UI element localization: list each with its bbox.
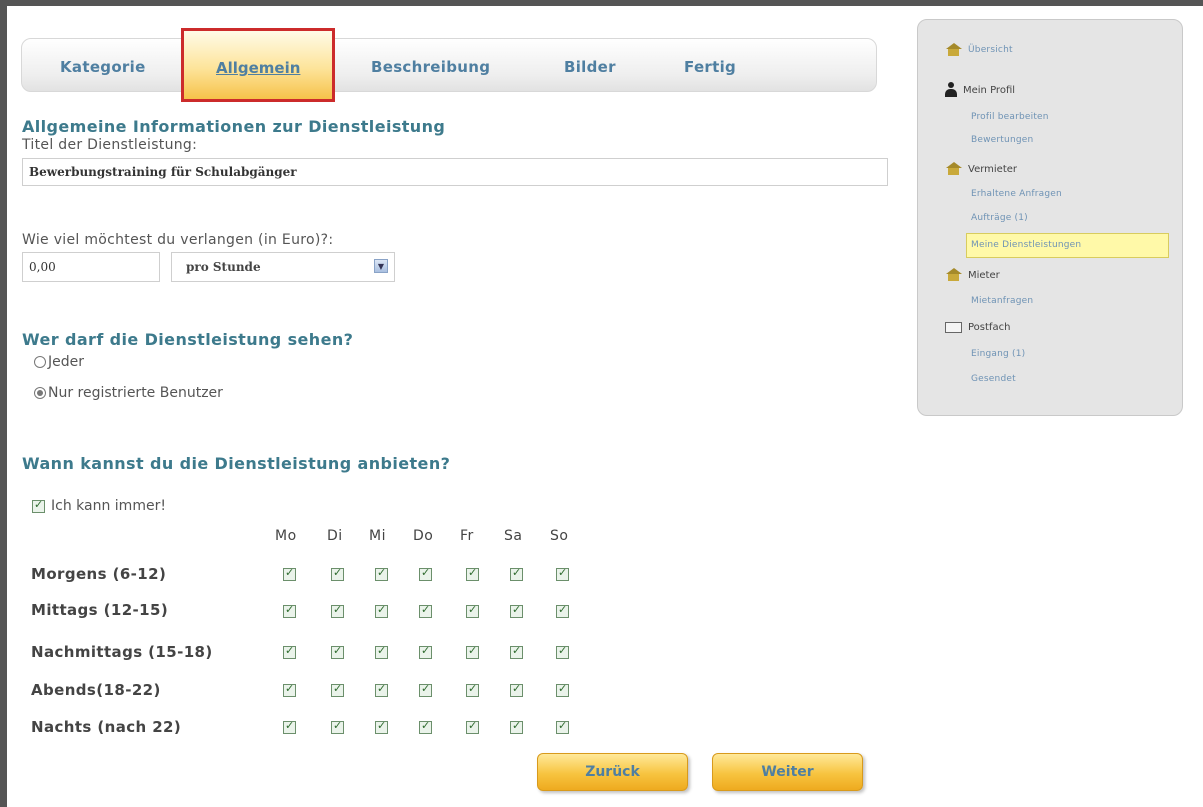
day-header-mo: Mo — [275, 528, 297, 544]
tab-kategorie[interactable]: Kategorie — [60, 58, 146, 76]
availability-checkbox-mo-2[interactable] — [283, 644, 296, 659]
always-available-option[interactable]: Ich kann immer! — [32, 498, 166, 514]
availability-checkbox-mo-3[interactable] — [283, 682, 296, 697]
sidebar-item-received-requests[interactable]: Erhaltene Anfragen — [971, 189, 1062, 199]
availability-checkbox-so-1[interactable] — [556, 603, 569, 618]
radio-button[interactable] — [34, 356, 46, 368]
slot-label-evening: Abends(18-22) — [31, 681, 161, 699]
tab-bilder[interactable]: Bilder — [564, 58, 616, 76]
availability-checkbox-mo-0[interactable] — [283, 566, 296, 581]
unit-select-value: pro Stunde — [186, 260, 261, 274]
availability-checkbox-sa-0[interactable] — [510, 566, 523, 581]
availability-checkbox-so-4[interactable] — [556, 719, 569, 734]
title-input[interactable]: Bewerbungstraining für Schulabgänger — [22, 158, 888, 186]
sidebar-item-rental-requests[interactable]: Mietanfragen — [971, 296, 1033, 306]
mail-icon — [945, 322, 962, 333]
sidebar-item-orders[interactable]: Aufträge (1) — [971, 213, 1028, 223]
user-icon — [945, 82, 957, 98]
sidebar-tenant-label: Mieter — [968, 269, 1000, 281]
tab-allgemein-label: Allgemein — [216, 59, 301, 77]
sidebar-profile-label: Mein Profil — [963, 84, 1016, 96]
price-input[interactable]: 0,00 — [22, 252, 160, 282]
sidebar-mailbox-label: Postfach — [968, 322, 1011, 333]
day-header-sa: Sa — [504, 528, 523, 544]
next-button[interactable]: Weiter — [712, 753, 863, 791]
availability-checkbox-di-4[interactable] — [331, 719, 344, 734]
home-icon — [945, 43, 962, 57]
sidebar-item-my-services[interactable]: Meine Dienstleistungen — [971, 240, 1081, 250]
availability-checkbox-mi-2[interactable] — [375, 644, 388, 659]
sidebar — [917, 19, 1183, 416]
availability-checkbox-do-1[interactable] — [419, 603, 432, 618]
title-label: Titel der Dienstleistung: — [22, 137, 198, 153]
availability-checkbox-sa-1[interactable] — [510, 603, 523, 618]
tab-beschreibung[interactable]: Beschreibung — [371, 58, 490, 76]
sidebar-item-edit-profile[interactable]: Profil bearbeiten — [971, 112, 1049, 122]
sidebar-overview-label: Übersicht — [968, 45, 1013, 55]
availability-checkbox-fr-4[interactable] — [466, 719, 479, 734]
availability-checkbox-so-2[interactable] — [556, 644, 569, 659]
radio-option-everyone[interactable]: Jeder — [34, 354, 84, 370]
availability-checkbox-do-3[interactable] — [419, 682, 432, 697]
availability-checkbox-di-1[interactable] — [331, 603, 344, 618]
sidebar-item-sent[interactable]: Gesendet — [971, 374, 1016, 384]
availability-checkbox-fr-3[interactable] — [466, 682, 479, 697]
availability-checkbox-sa-4[interactable] — [510, 719, 523, 734]
day-header-fr: Fr — [460, 528, 474, 544]
availability-checkbox-di-0[interactable] — [331, 566, 344, 581]
availability-checkbox-mo-1[interactable] — [283, 603, 296, 618]
always-available-checkbox[interactable] — [32, 498, 45, 513]
sidebar-landlord-label: Vermieter — [968, 163, 1018, 175]
availability-checkbox-sa-2[interactable] — [510, 644, 523, 659]
home-icon — [945, 268, 962, 282]
slot-label-midday: Mittags (12-15) — [31, 601, 169, 619]
availability-checkbox-mi-3[interactable] — [375, 682, 388, 697]
day-header-di: Di — [327, 528, 343, 544]
availability-checkbox-do-0[interactable] — [419, 566, 432, 581]
availability-checkbox-so-0[interactable] — [556, 566, 569, 581]
always-available-label: Ich kann immer! — [51, 498, 166, 514]
sidebar-item-ratings[interactable]: Bewertungen — [971, 135, 1033, 145]
radio-label: Nur registrierte Benutzer — [48, 385, 223, 401]
radio-label: Jeder — [48, 354, 84, 370]
availability-checkbox-do-2[interactable] — [419, 644, 432, 659]
section-heading-visibility: Wer darf die Dienstleistung sehen? — [22, 330, 354, 349]
day-header-mi: Mi — [369, 528, 386, 544]
availability-checkbox-fr-0[interactable] — [466, 566, 479, 581]
availability-checkbox-di-2[interactable] — [331, 644, 344, 659]
availability-checkbox-do-4[interactable] — [419, 719, 432, 734]
home-icon — [945, 162, 962, 176]
availability-checkbox-mi-4[interactable] — [375, 719, 388, 734]
back-button[interactable]: Zurück — [537, 753, 688, 791]
section-heading-availability: Wann kannst du die Dienstleistung anbiet… — [22, 454, 451, 473]
day-header-so: So — [550, 528, 569, 544]
radio-button[interactable] — [34, 387, 46, 399]
availability-checkbox-fr-1[interactable] — [466, 603, 479, 618]
radio-option-registered[interactable]: Nur registrierte Benutzer — [34, 385, 223, 401]
sidebar-section-landlord: Vermieter — [945, 162, 1017, 176]
sidebar-item-overview[interactable]: Übersicht — [945, 43, 1013, 57]
availability-checkbox-mo-4[interactable] — [283, 719, 296, 734]
unit-select[interactable]: pro Stunde ▼ — [171, 252, 395, 282]
slot-label-afternoon: Nachmittags (15-18) — [31, 643, 213, 661]
sidebar-section-mailbox: Postfach — [945, 322, 1010, 333]
slot-label-night: Nachts (nach 22) — [31, 718, 182, 736]
slot-label-morning: Morgens (6-12) — [31, 565, 167, 583]
availability-checkbox-so-3[interactable] — [556, 682, 569, 697]
tab-allgemein[interactable]: Allgemein — [181, 28, 335, 102]
sidebar-item-inbox[interactable]: Eingang (1) — [971, 349, 1025, 359]
section-heading-general: Allgemeine Informationen zur Dienstleist… — [22, 117, 446, 136]
availability-checkbox-di-3[interactable] — [331, 682, 344, 697]
chevron-down-icon: ▼ — [374, 259, 388, 273]
price-label: Wie viel möchtest du verlangen (in Euro)… — [22, 232, 334, 248]
day-header-do: Do — [413, 528, 434, 544]
availability-checkbox-mi-0[interactable] — [375, 566, 388, 581]
sidebar-section-profile: Mein Profil — [945, 82, 1015, 98]
availability-checkbox-fr-2[interactable] — [466, 644, 479, 659]
sidebar-section-tenant: Mieter — [945, 268, 1000, 282]
availability-checkbox-sa-3[interactable] — [510, 682, 523, 697]
tab-fertig[interactable]: Fertig — [684, 58, 736, 76]
availability-checkbox-mi-1[interactable] — [375, 603, 388, 618]
